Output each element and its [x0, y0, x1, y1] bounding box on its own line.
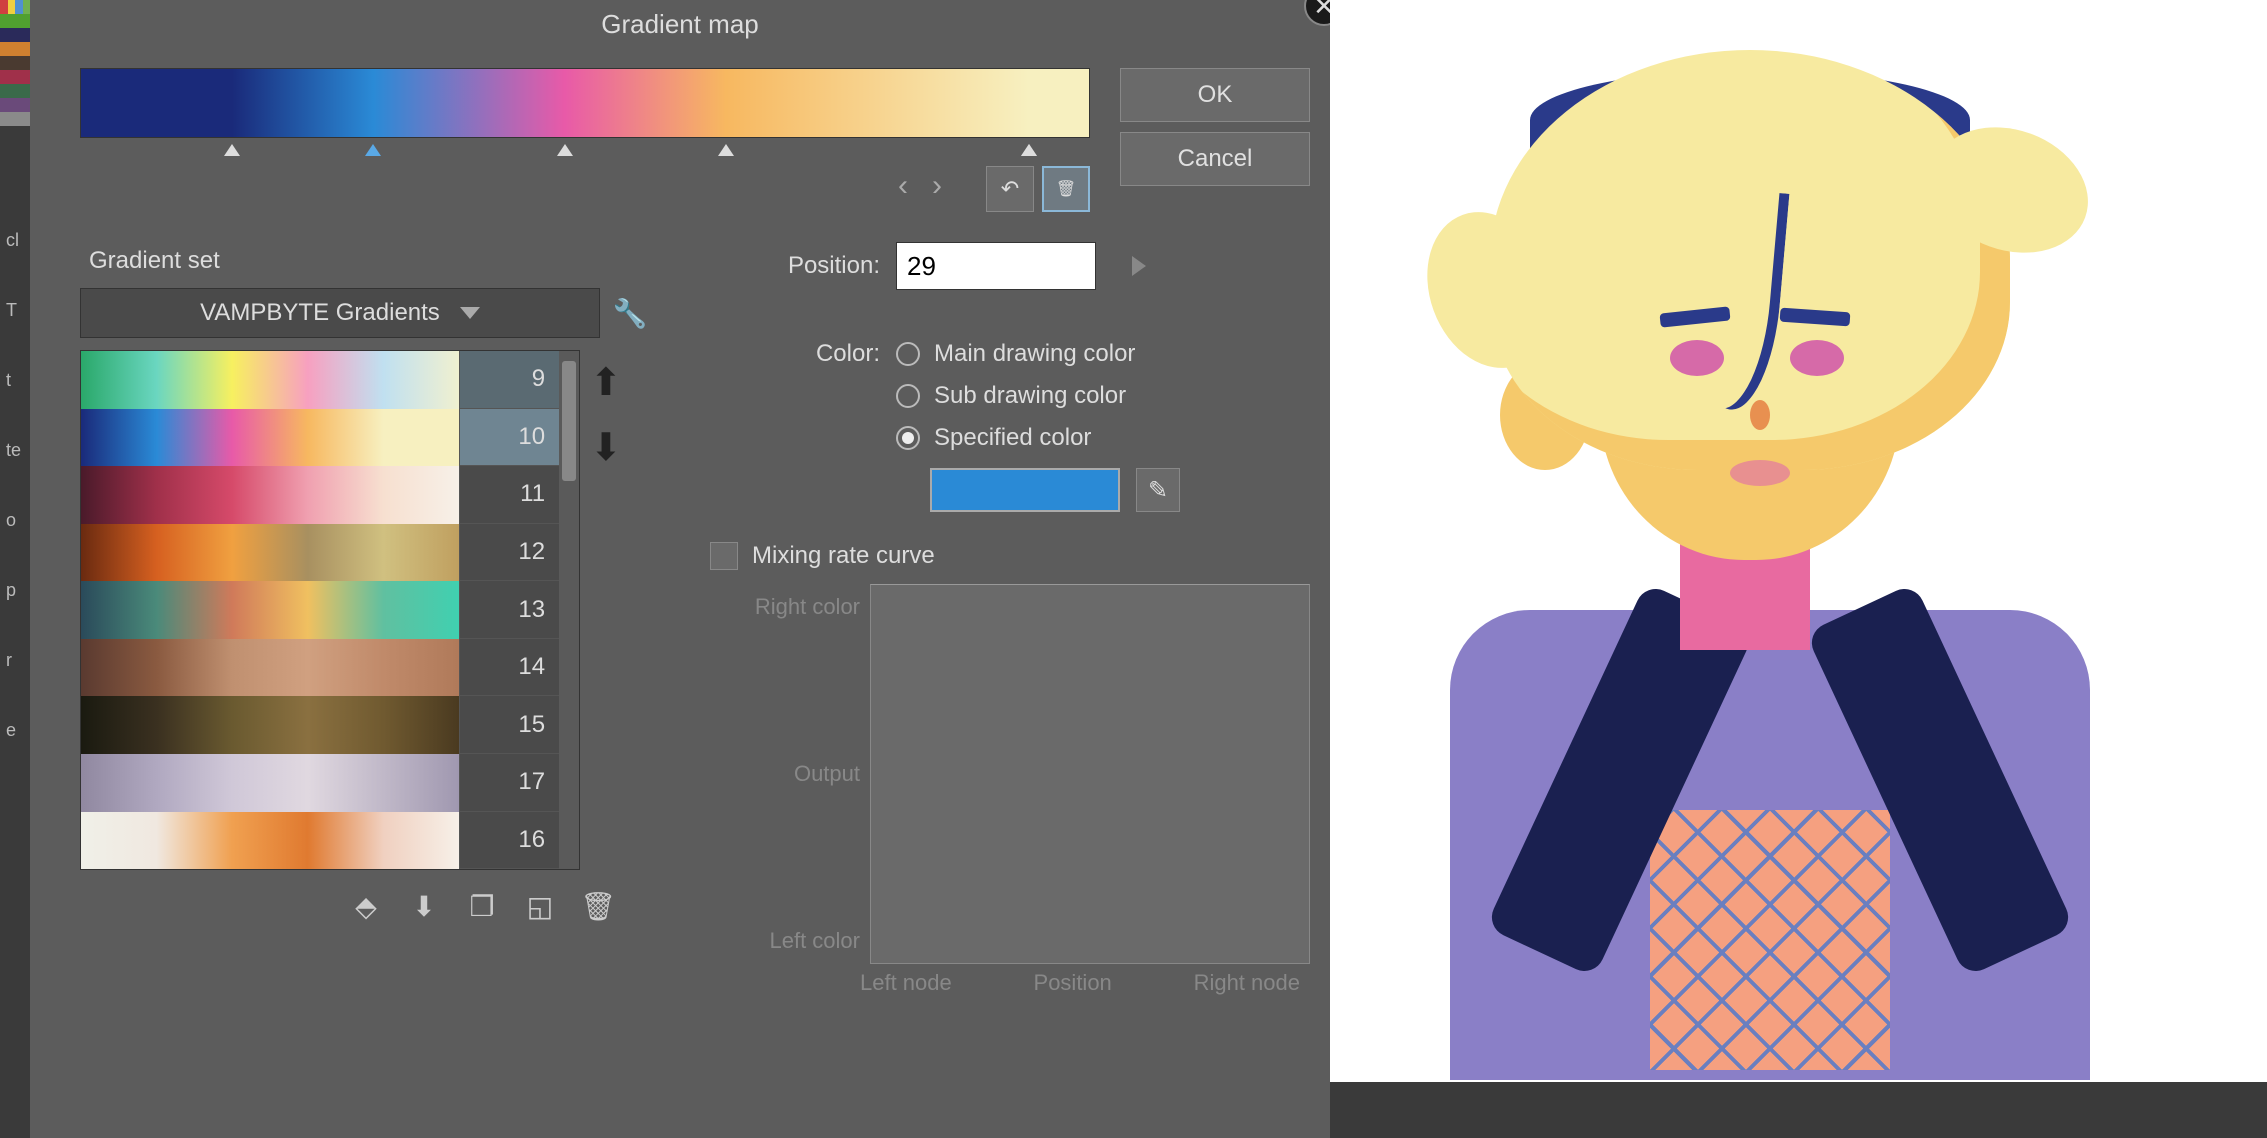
radio-icon [896, 384, 920, 408]
replace-gradient-button[interactable]: ⬘ [344, 884, 388, 928]
gradient-stop-marker[interactable] [224, 144, 240, 156]
gradient-stop-marker[interactable] [1021, 144, 1037, 156]
gradient-map-dialog: Gradient map ✕ ‹ › ↶ [30, 0, 1330, 1138]
gradient-list-number[interactable]: 15 [459, 696, 559, 754]
color-option-sub[interactable]: Sub drawing color [896, 382, 1135, 410]
gradient-set-dropdown[interactable]: VAMPBYTE Gradients [80, 288, 600, 338]
gradient-thumbnail[interactable] [81, 696, 459, 754]
checkbox-icon [710, 542, 738, 570]
import-gradient-button[interactable]: ⬇ [402, 884, 446, 928]
gradient-stop-marker[interactable] [557, 144, 573, 156]
side-tab[interactable]: p [0, 570, 30, 610]
side-tab[interactable]: e [0, 710, 30, 750]
dialog-titlebar[interactable]: Gradient map ✕ [30, 0, 1330, 48]
gradient-thumbnail[interactable] [81, 466, 459, 524]
prev-stop-button[interactable]: ‹ [890, 166, 916, 206]
position-stepper[interactable] [1132, 256, 1146, 276]
position-label: Position: [690, 252, 880, 280]
gradient-list-number[interactable]: 14 [459, 639, 559, 697]
gradient-set-panel: Gradient set VAMPBYTE Gradients 🔧 [80, 242, 650, 996]
trash-icon: 🗑 [1056, 179, 1076, 199]
chevron-down-icon [460, 307, 480, 319]
mixing-curve-graph[interactable] [870, 584, 1310, 964]
arrow-up-icon: ⬆ [590, 362, 622, 404]
color-option-main[interactable]: Main drawing color [896, 340, 1135, 368]
mixing-curve-area: Right color Output Left color [710, 584, 1310, 964]
curve-y-top: Right color [710, 594, 860, 620]
gradient-thumbnail[interactable] [81, 351, 459, 409]
new-gradient-button[interactable]: ◱ [518, 884, 562, 928]
replace-icon: ⬘ [355, 890, 377, 923]
gradient-list-number[interactable]: 10 [459, 409, 559, 467]
color-label: Color: [690, 340, 880, 368]
gradient-preview[interactable]: ‹ › ↶ 🗑 [80, 68, 1090, 212]
artwork-preview [1370, 30, 2150, 1050]
side-tab[interactable]: t [0, 360, 30, 400]
specified-color-swatch[interactable] [930, 468, 1120, 512]
side-tab[interactable]: T [0, 290, 30, 330]
side-tab[interactable]: o [0, 500, 30, 540]
duplicate-gradient-button[interactable]: ❐ [460, 884, 504, 928]
side-tab[interactable]: r [0, 640, 30, 680]
left-tool-strip: cl T t te o p r e [0, 0, 30, 1138]
side-tab[interactable]: cl [0, 220, 30, 260]
gradient-thumbnail[interactable] [81, 409, 459, 467]
undo-icon: ↶ [1001, 176, 1019, 202]
gradient-list-number[interactable]: 12 [459, 524, 559, 582]
curve-x-right: Right node [1194, 970, 1300, 996]
dropdown-value: VAMPBYTE Gradients [200, 299, 440, 327]
chevron-right-icon: › [932, 169, 942, 203]
trash-icon: 🗑 [580, 890, 616, 923]
curve-y-bot: Left color [710, 928, 860, 954]
gradient-list-number[interactable]: 16 [459, 812, 559, 870]
ok-button[interactable]: OK [1120, 68, 1310, 122]
gradient-thumbnail[interactable] [81, 639, 459, 697]
canvas[interactable] [1330, 0, 2267, 1138]
move-down-button[interactable]: ⬇ [590, 425, 630, 470]
delete-gradient-button[interactable]: 🗑 [576, 884, 620, 928]
arrow-down-icon: ⬇ [590, 427, 622, 469]
gradient-list-number[interactable]: 17 [459, 754, 559, 812]
curve-x-left: Left node [860, 970, 952, 996]
gradient-thumbnail[interactable] [81, 812, 459, 870]
gradient-set-label: Gradient set [80, 242, 650, 280]
position-input[interactable] [896, 242, 1096, 290]
swatch-row [0, 0, 30, 14]
canvas-footer [1330, 1082, 2267, 1138]
gradient-list-scrollbar[interactable] [559, 351, 579, 869]
gradient-list[interactable]: 91011121314151716 [80, 350, 580, 870]
gradient-list-number[interactable]: 9 [459, 351, 559, 409]
gradient-list-number[interactable]: 11 [459, 466, 559, 524]
wrench-icon: 🔧 [613, 297, 648, 330]
gradient-thumbnail[interactable] [81, 581, 459, 639]
mixing-rate-checkbox-row[interactable]: Mixing rate curve [710, 542, 1310, 570]
gradient-set-settings-button[interactable]: 🔧 [610, 293, 650, 333]
color-option-specified[interactable]: Specified color [896, 424, 1135, 452]
delete-stop-button[interactable]: 🗑 [1042, 166, 1090, 212]
gradient-thumbnail[interactable] [81, 524, 459, 582]
eyedropper-button[interactable]: ✎ [1136, 468, 1180, 512]
gradient-thumbnail[interactable] [81, 754, 459, 812]
move-up-button[interactable]: ⬆ [590, 360, 630, 405]
eyedropper-icon: ✎ [1148, 476, 1168, 505]
chevron-left-icon: ‹ [898, 169, 908, 203]
radio-icon [896, 342, 920, 366]
stop-properties-panel: Position: Color: Main drawing color [690, 242, 1310, 996]
reset-gradient-button[interactable]: ↶ [986, 166, 1034, 212]
gradient-list-number[interactable]: 13 [459, 581, 559, 639]
new-icon: ◱ [527, 890, 553, 923]
gradient-stop-marker[interactable] [365, 144, 381, 156]
dialog-title: Gradient map [601, 9, 759, 40]
import-icon: ⬇ [412, 890, 435, 923]
duplicate-icon: ❐ [469, 890, 494, 923]
radio-icon [896, 426, 920, 450]
gradient-stop-marker[interactable] [718, 144, 734, 156]
curve-y-mid: Output [710, 761, 860, 787]
cancel-button[interactable]: Cancel [1120, 132, 1310, 186]
next-stop-button[interactable]: › [924, 166, 950, 206]
side-tab[interactable]: te [0, 430, 30, 470]
curve-x-mid: Position [1034, 970, 1112, 996]
